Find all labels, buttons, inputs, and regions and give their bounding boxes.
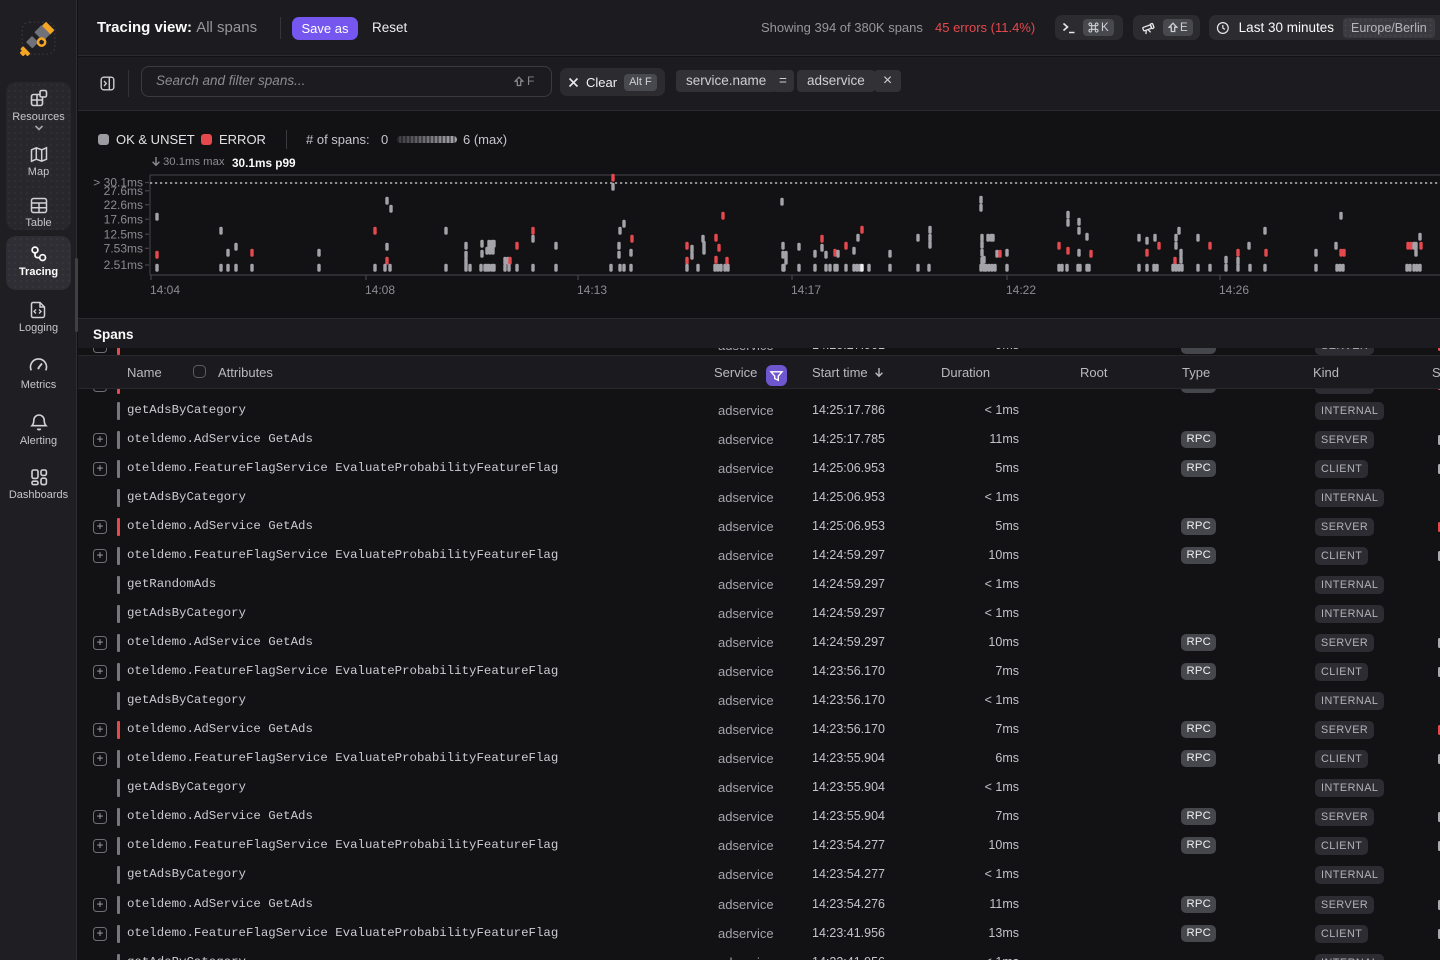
svg-text:22.6ms: 22.6ms — [104, 198, 143, 212]
svg-text:17.6ms: 17.6ms — [104, 212, 143, 226]
svg-text:14:22: 14:22 — [1006, 283, 1036, 297]
svg-text:7.53ms: 7.53ms — [104, 242, 143, 256]
svg-text:2.51ms: 2.51ms — [104, 258, 143, 272]
svg-text:14:17: 14:17 — [791, 283, 821, 297]
svg-text:12.5ms: 12.5ms — [104, 227, 143, 241]
svg-text:14:13: 14:13 — [577, 283, 607, 297]
svg-text:14:04: 14:04 — [150, 283, 180, 297]
svg-text:27.6ms: 27.6ms — [104, 184, 143, 198]
svg-text:14:08: 14:08 — [365, 283, 395, 297]
svg-text:14:26: 14:26 — [1219, 283, 1249, 297]
